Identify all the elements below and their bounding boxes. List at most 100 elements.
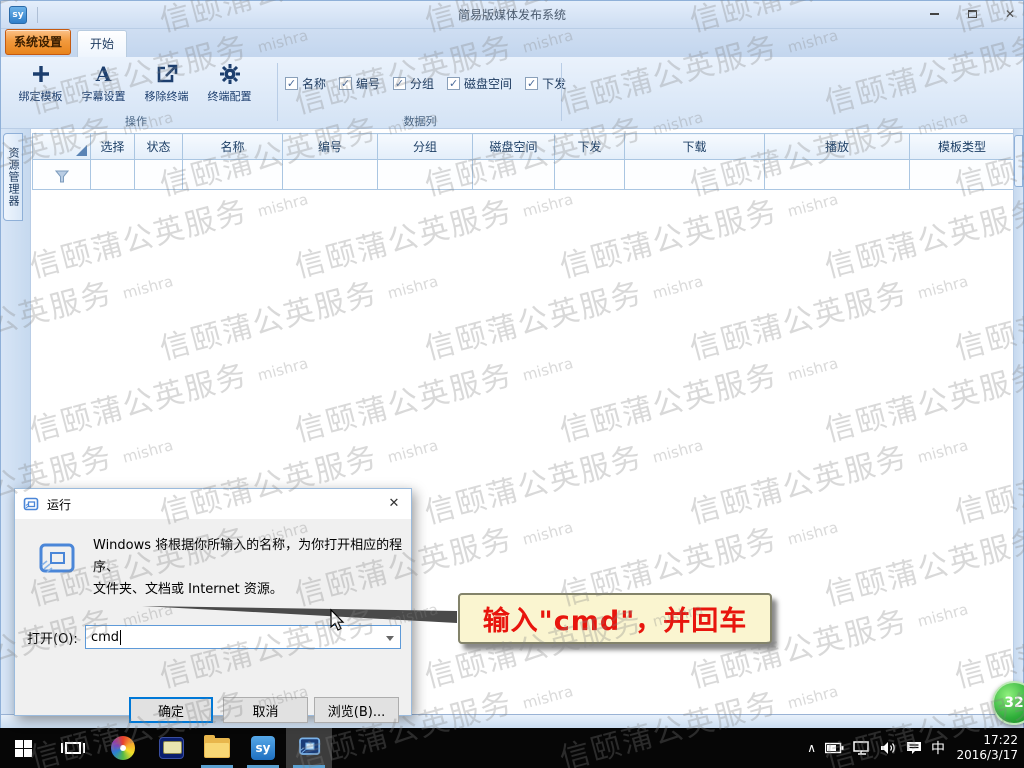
filter-cell[interactable] [378, 160, 473, 190]
run-command-input[interactable]: cmd [85, 625, 401, 649]
filter-cell[interactable] [91, 160, 135, 190]
filter-cell[interactable] [765, 160, 910, 190]
run-dialog-close-button[interactable]: ✕ [377, 489, 411, 518]
close-icon: ✕ [1005, 7, 1015, 21]
plus-icon [31, 62, 51, 86]
ribbon: 绑定模板 A 字幕设置 移除终端 [1, 57, 1023, 129]
right-side-tab[interactable] [1014, 135, 1023, 187]
clock-date: 2016/3/17 [954, 748, 1018, 763]
restore-button[interactable] [961, 5, 983, 23]
run-dialog-titlebar: 运行 ✕ [15, 489, 411, 519]
checkbox-number[interactable]: ✓编号 [339, 75, 380, 92]
group-separator [277, 63, 278, 121]
run-window-icon [296, 736, 322, 760]
windows-logo-icon [15, 740, 32, 757]
filter-cell[interactable] [283, 160, 378, 190]
column-header-play[interactable]: 播放 [765, 134, 910, 160]
recorder-badge-value: 32 [1004, 695, 1023, 711]
terminal-table: 选择 状态 名称 编号 分组 磁盘空间 下发 下载 播放 模板类型 [32, 133, 1015, 190]
app-title: 简易版媒体发布系统 [1, 6, 1023, 23]
filter-cell[interactable] [555, 160, 625, 190]
task-view-button[interactable] [50, 728, 96, 768]
volume-icon[interactable] [880, 741, 897, 755]
filter-cell[interactable] [910, 160, 1015, 190]
run-dialog-body: Windows 将根据你所输入的名称，为你打开相应的程序、 文件夹、文档或 In… [15, 519, 411, 717]
column-header-template-type[interactable]: 模板类型 [910, 134, 1015, 160]
minimize-button[interactable] [923, 5, 945, 23]
table-corner-cell[interactable] [33, 134, 91, 160]
system-settings-menu-button[interactable]: 系统设置 [5, 29, 71, 55]
font-icon: A [96, 62, 112, 86]
sy-app-icon: sy [251, 736, 275, 760]
column-header-name[interactable]: 名称 [183, 134, 283, 160]
clock-time: 17:22 [954, 733, 1018, 748]
ok-button[interactable]: 确定 [129, 697, 213, 723]
group-label-data-columns: 数据列 [279, 113, 561, 129]
run-dialog-title: 运行 [47, 496, 71, 513]
notification-icon[interactable] [906, 741, 922, 755]
task-view-icon [65, 742, 81, 754]
ribbon-group-actions: 绑定模板 A 字幕设置 移除终端 [9, 59, 261, 109]
close-icon: ✕ [389, 496, 400, 511]
filter-icon [55, 170, 69, 183]
tab-start[interactable]: 开始 [77, 30, 127, 57]
gear-icon [219, 62, 241, 86]
checkbox-group[interactable]: ✓分组 [393, 75, 434, 92]
taskbar-clock[interactable]: 17:22 2016/3/17 [954, 733, 1018, 763]
open-label: 打开(O): [27, 628, 85, 647]
instant-demo-taskbar-button[interactable] [148, 728, 194, 768]
checkbox-distribute[interactable]: ✓下发 [525, 75, 566, 92]
sy-app-taskbar-button[interactable]: sy [240, 728, 286, 768]
close-button[interactable]: ✕ [999, 5, 1021, 23]
filter-cell[interactable] [135, 160, 183, 190]
callout-annotation: 输入"cmd"，并回车 [458, 593, 772, 644]
system-tray: ∧ 中 17:22 2016/3/17 [807, 728, 1024, 768]
column-header-number[interactable]: 编号 [283, 134, 378, 160]
run-taskbar-button[interactable] [286, 728, 332, 768]
battery-icon[interactable] [825, 742, 844, 754]
column-header-distribute[interactable]: 下发 [555, 134, 625, 160]
browser-taskbar-button[interactable] [100, 728, 146, 768]
table-header-row: 选择 状态 名称 编号 分组 磁盘空间 下发 下载 播放 模板类型 [33, 134, 1015, 160]
cancel-button[interactable]: 取消 [223, 697, 308, 723]
table-filter-row [33, 160, 1015, 190]
bind-template-button[interactable]: 绑定模板 [9, 59, 72, 109]
file-explorer-taskbar-button[interactable] [194, 728, 240, 768]
checkbox-disk-space[interactable]: ✓磁盘空间 [447, 75, 512, 92]
minimize-icon [930, 13, 939, 15]
filter-cell[interactable] [33, 160, 91, 190]
filter-cell[interactable] [625, 160, 765, 190]
browse-button[interactable]: 浏览(B)... [314, 697, 399, 723]
subtitle-settings-button[interactable]: A 字幕设置 [72, 59, 135, 109]
checkbox-checked-icon: ✓ [447, 77, 460, 90]
remove-terminal-button[interactable]: 移除终端 [135, 59, 198, 109]
column-header-status[interactable]: 状态 [135, 134, 183, 160]
tray-chevron-icon[interactable]: ∧ [807, 741, 816, 755]
column-header-group[interactable]: 分组 [378, 134, 473, 160]
run-dialog-icon [23, 496, 39, 512]
checkbox-checked-icon: ✓ [525, 77, 538, 90]
callout-text: 输入"cmd"，并回车 [483, 599, 748, 638]
checkbox-checked-icon: ✓ [393, 77, 406, 90]
export-icon [156, 62, 178, 86]
column-header-select[interactable]: 选择 [91, 134, 135, 160]
filter-cell[interactable] [473, 160, 555, 190]
resource-manager-tab[interactable]: 资源管理器 [3, 133, 23, 221]
run-command-value: cmd [91, 630, 119, 645]
run-icon [35, 541, 77, 581]
ime-indicator[interactable]: 中 [931, 738, 945, 758]
sort-triangle-icon [76, 145, 87, 156]
filter-cell[interactable] [183, 160, 283, 190]
ribbon-tab-row: 系统设置 开始 [1, 29, 1023, 57]
terminal-config-button[interactable]: 终端配置 [198, 59, 261, 109]
checkbox-name[interactable]: ✓名称 [285, 75, 326, 92]
combo-dropdown-icon[interactable] [386, 636, 394, 641]
column-header-disk-space[interactable]: 磁盘空间 [473, 134, 555, 160]
start-button[interactable] [0, 728, 46, 768]
ribbon-group-data-columns: ✓名称 ✓编号 ✓分组 ✓磁盘空间 ✓下发 [285, 75, 566, 92]
pinwheel-icon [111, 736, 135, 760]
restore-icon [968, 10, 977, 18]
network-icon[interactable] [853, 741, 871, 755]
column-header-download[interactable]: 下载 [625, 134, 765, 160]
taskbar: sy ∧ [0, 728, 1024, 768]
